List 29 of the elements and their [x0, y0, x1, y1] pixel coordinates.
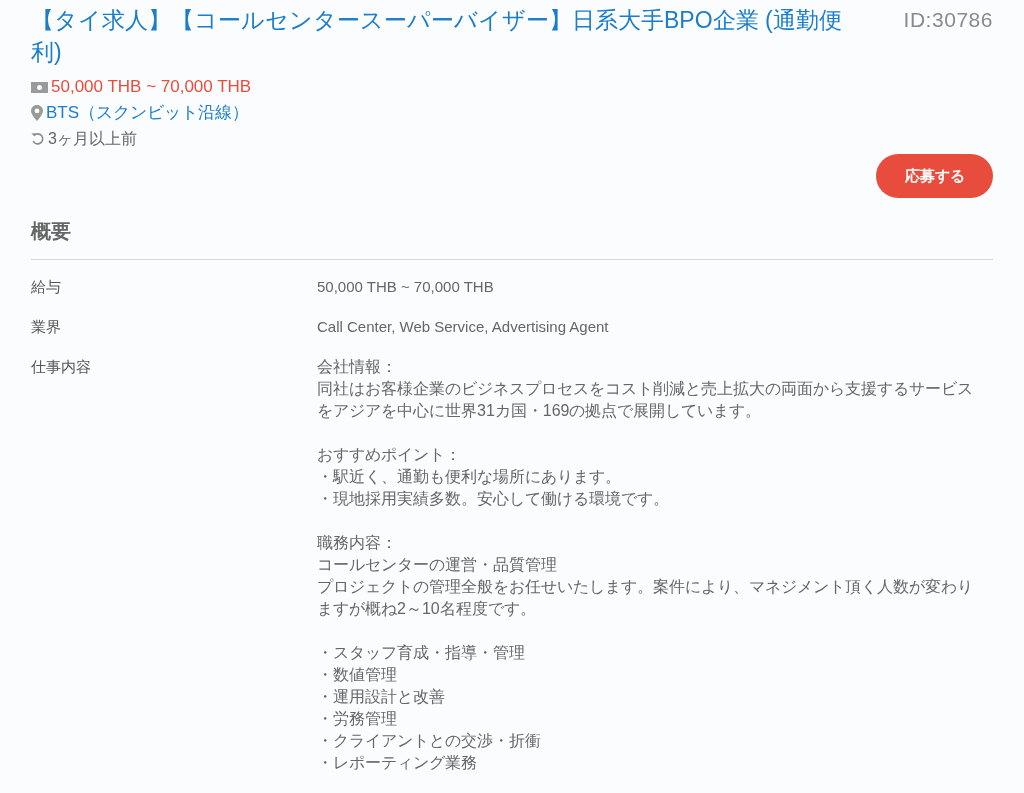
field-value: 50,000 THB ~ 70,000 THB [317, 277, 495, 297]
job-title: 【タイ求人】【コールセンタースーパーバイザー】日系大手BPO企業 (通勤便利) [31, 6, 843, 67]
field-value: ・運用設計と改善 [317, 687, 446, 707]
map-pin-icon [31, 105, 43, 121]
field-label: 給与 [31, 277, 62, 297]
salary-text: 50,000 THB ~ 70,000 THB [51, 76, 252, 99]
field-value: 同社はお客様企業のビジネスプロセスをコスト削減と売上拡大の両面から支援するサービスをアジアを中心に世界31カ国・169の拠点で展開しています。 [317, 379, 974, 421]
field-value: ・スタッフ育成・指導・管理 [317, 643, 526, 663]
field-value: Call Center, Web Service, Advertising Agent [317, 317, 610, 337]
field-value: ・現地採用実績多数。安心して働ける環境です。 [317, 489, 670, 509]
field-value: プロジェクトの管理全般をお任せいたします。案件により、マネジメント頂く人数が変わりますが概ね2～10名程度です。 [317, 577, 974, 619]
field-value: 会社情報： [317, 357, 398, 377]
job-id: ID:30786 [903, 7, 993, 33]
posted-time: 3ヶ月以上前 [48, 129, 137, 149]
section-heading: 概要 [31, 216, 993, 260]
field-label: 仕事内容 [31, 357, 92, 377]
field-label: 業界 [31, 317, 62, 337]
field-value: 職務内容： [317, 533, 398, 553]
apply-button[interactable]: 応募する [876, 154, 993, 198]
field-value: おすすめポイント： [317, 445, 462, 465]
location-text: BTS（スクンビット沿線） [46, 102, 250, 125]
field-value: ・駅近く、通勤も便利な場所にあります。 [317, 467, 622, 487]
field-value: ・労務管理 [317, 709, 398, 729]
field-value: ・数値管理 [317, 665, 398, 685]
banknote-icon [31, 81, 48, 93]
field-value: ・クライアントとの交渉・折衝 [317, 731, 542, 751]
field-value: コールセンターの運営・品質管理 [317, 555, 558, 575]
undo-icon [31, 132, 45, 146]
field-value: ・レポーティング業務 [317, 753, 478, 773]
